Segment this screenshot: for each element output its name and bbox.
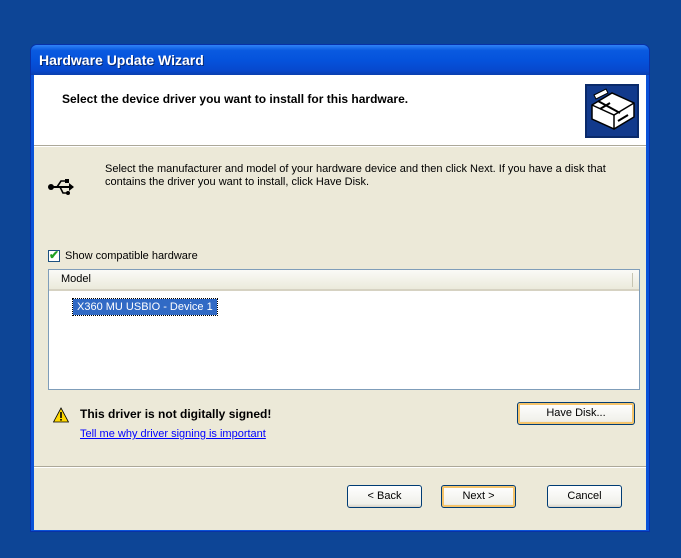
driver-signing-link[interactable]: Tell me why driver signing is important	[80, 428, 266, 440]
wizard-header: Select the device driver you want to ins…	[34, 75, 646, 146]
cancel-button[interactable]: Cancel	[547, 485, 622, 508]
hardware-card-icon	[585, 84, 639, 138]
warning-icon	[53, 407, 69, 423]
usb-icon	[48, 179, 74, 195]
model-column-header[interactable]: Model	[49, 270, 639, 291]
wizard-body: Select the device driver you want to ins…	[34, 75, 646, 530]
back-button[interactable]: < Back	[347, 485, 422, 508]
have-disk-button[interactable]: Have Disk...	[517, 402, 635, 425]
next-button[interactable]: Next >	[441, 485, 516, 508]
title-bar[interactable]: Hardware Update Wizard	[31, 45, 649, 75]
instructions-text: Select the manufacturer and model of you…	[105, 163, 606, 188]
footer-divider-highlight	[34, 467, 646, 468]
checkmark-icon: ✔	[49, 248, 60, 262]
unsigned-driver-warning: This driver is not digitally signed!	[80, 407, 272, 421]
show-compatible-checkbox[interactable]: ✔	[48, 248, 60, 262]
header-divider	[34, 146, 646, 147]
model-list[interactable]: Model X360 MU USBIO - Device 1	[48, 269, 640, 390]
header-heading: Select the device driver you want to ins…	[62, 92, 409, 106]
window-title: Hardware Update Wizard	[39, 52, 204, 68]
wizard-window: Hardware Update Wizard Select the device…	[30, 44, 650, 532]
column-separator[interactable]	[632, 273, 633, 287]
model-column-label: Model	[61, 273, 91, 285]
show-compatible-label[interactable]: Show compatible hardware	[65, 250, 198, 262]
list-item[interactable]: X360 MU USBIO - Device 1	[72, 298, 218, 316]
